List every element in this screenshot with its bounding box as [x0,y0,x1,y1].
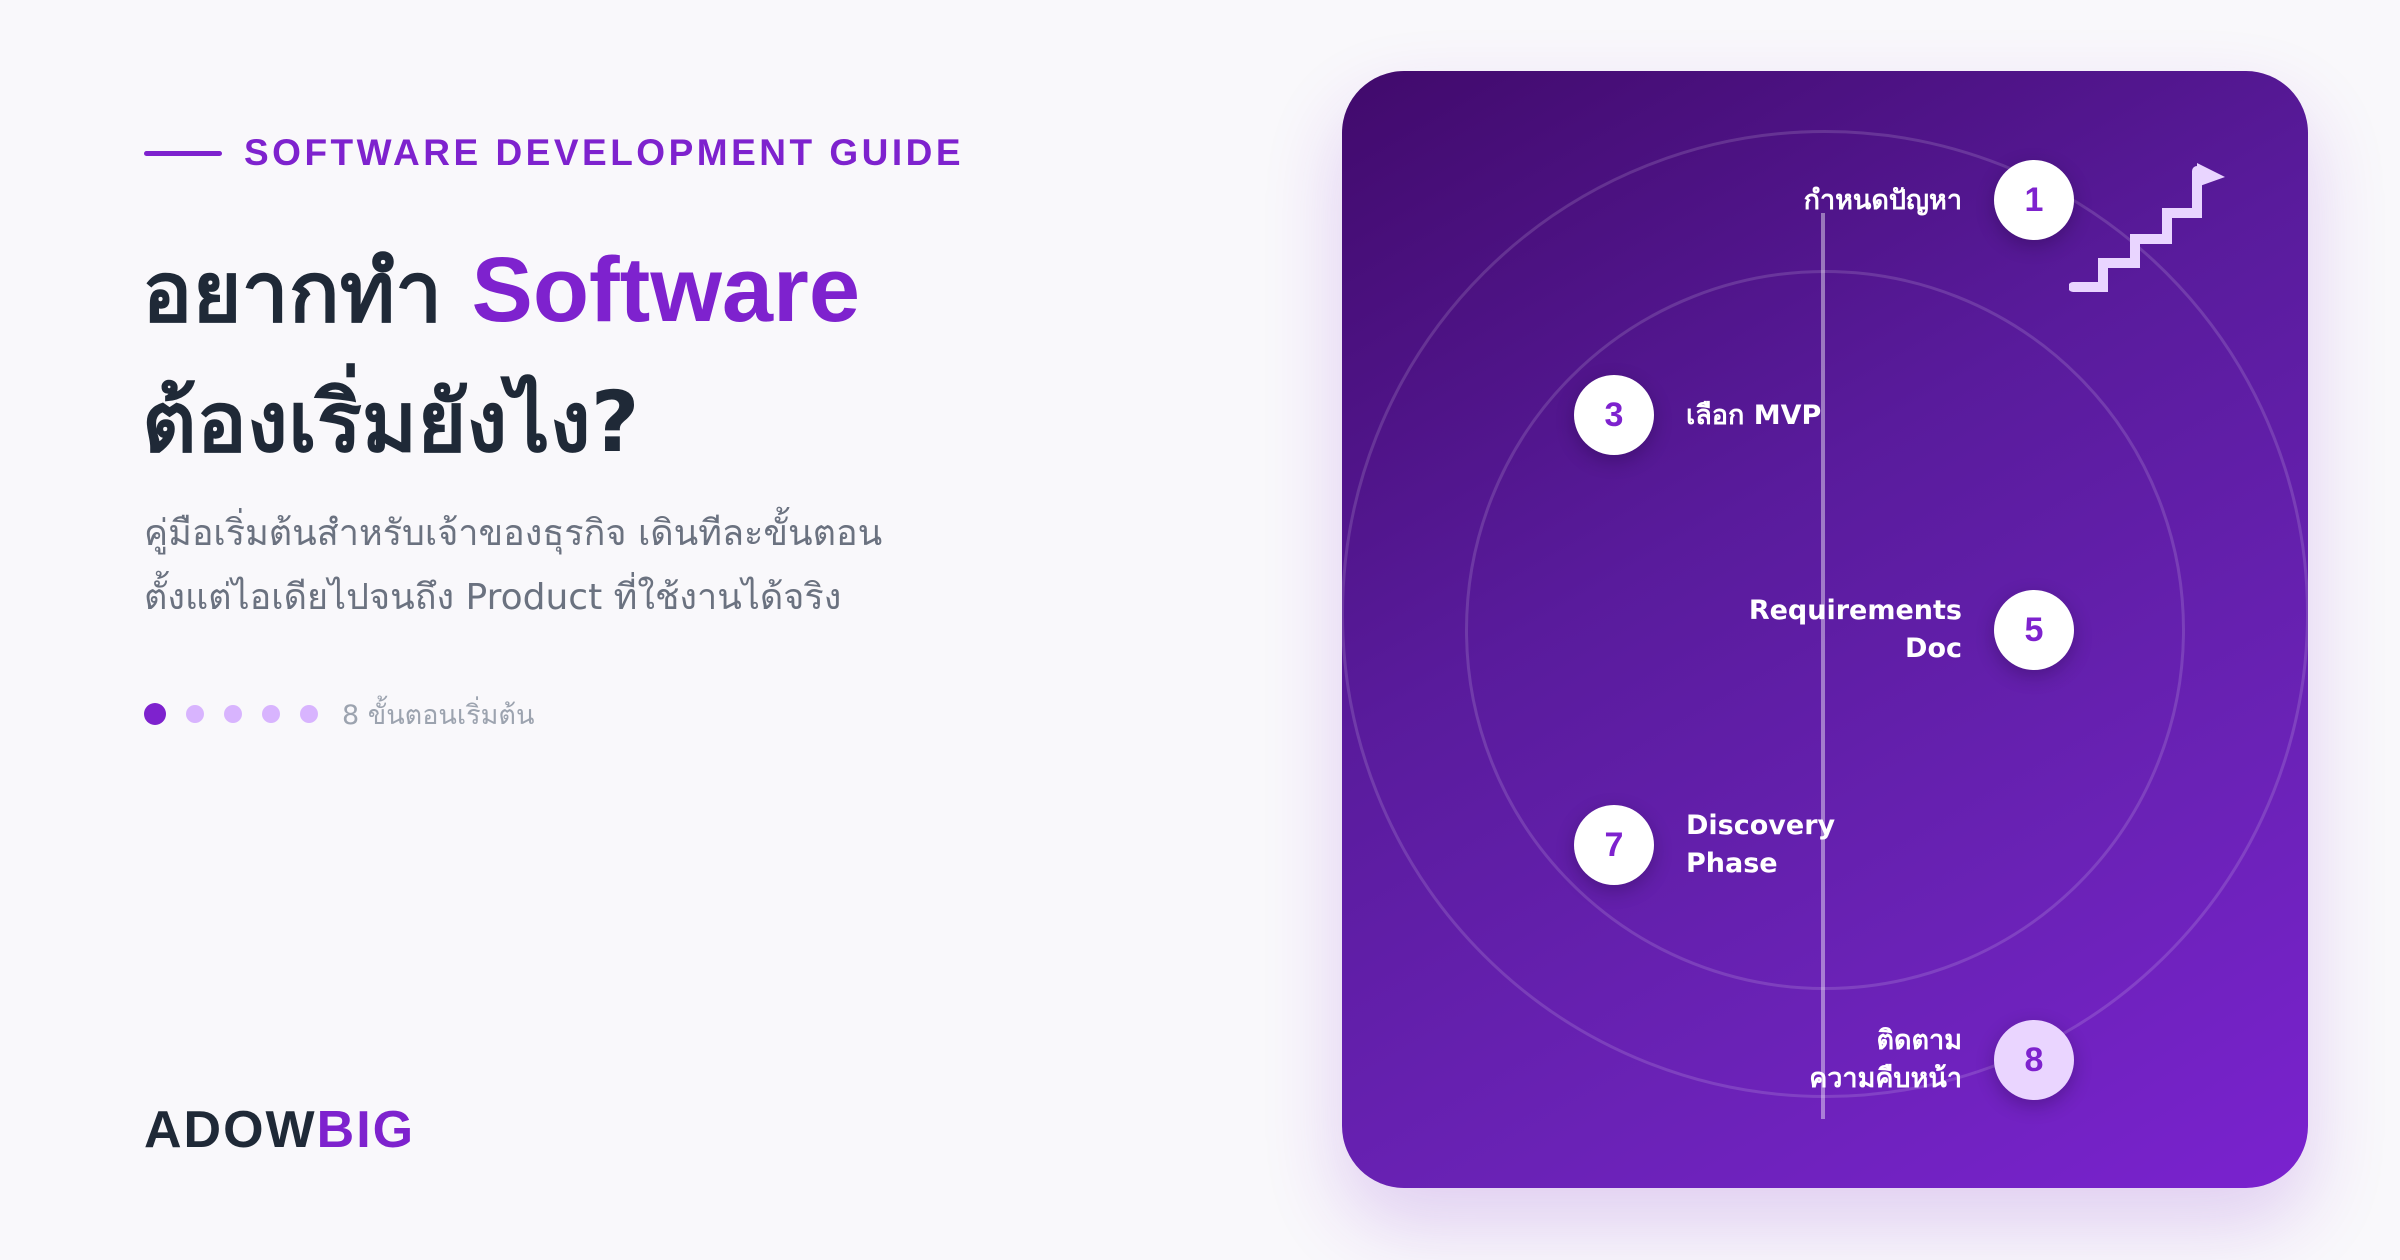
eyebrow: SOFTWARE DEVELOPMENT GUIDE [144,128,964,178]
subtitle-line1: คู่มือเริ่มต้นสำหรับเจ้าของธุรกิจ เดินที… [144,513,883,554]
timeline-card: 1 กำหนดปัญหา 3 เลือก MVP 5 Requirements … [1342,71,2308,1188]
progress-dot-4 [262,705,280,723]
logo-part-adow: ADOW [144,1101,317,1159]
step-progress: 8 ขั้นตอนเริ่มต้น [144,694,534,734]
headline-line2: ต้องเริ่มยังไง? [142,373,640,471]
page-title: อยากทำ Software ต้องเริ่มยังไง? [142,225,860,487]
step-badge-8: 8 [1994,1020,2074,1100]
step-badge-7: 7 [1574,805,1654,885]
stairs-flag-icon [2069,163,2225,292]
step-label-8: ติดตาม ความคืบหน้า [1809,1025,1962,1094]
eyebrow-text: SOFTWARE DEVELOPMENT GUIDE [244,132,965,173]
step-label-5: Requirements Doc [1748,595,1962,664]
progress-dot-1 [144,703,166,725]
logo-part-big: BIG [316,1101,416,1159]
progress-dot-2 [186,705,204,723]
subtitle: คู่มือเริ่มต้นสำหรับเจ้าของธุรกิจ เดินที… [144,502,882,630]
step-badge-1: 1 [1994,160,2074,240]
headline-prefix: อยากทำ [142,243,472,341]
headline-accent: Software [471,239,861,341]
step-label-1: กำหนดปัญหา [1803,185,1962,216]
progress-dot-3 [224,705,242,723]
step-badge-5: 5 [1994,590,2074,670]
brand-logo: ADOWBIG [144,1100,415,1160]
progress-dot-5 [300,705,318,723]
step-label-3: เลือก MVP [1686,400,1822,431]
subtitle-line2: ตั้งแต่ไอเดียไปจนถึง Product ที่ใช้งานได… [144,577,842,618]
step-badge-3: 3 [1574,375,1654,455]
eyebrow-line [144,150,222,156]
progress-caption: 8 ขั้นตอนเริ่มต้น [342,699,535,731]
step-label-7: Discovery Phase [1686,810,1836,879]
